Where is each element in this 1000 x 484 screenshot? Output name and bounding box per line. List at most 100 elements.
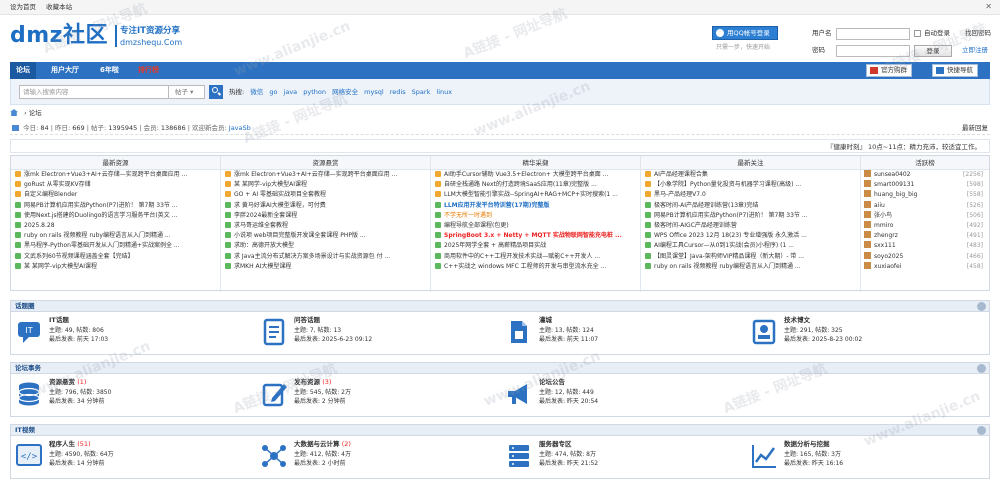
site-logo[interactable]: dmz社区 [10, 22, 108, 51]
hot-search-item[interactable]: go [269, 88, 277, 96]
rank-item[interactable]: xuxiaofei [458] [861, 261, 989, 272]
hot-search-item[interactable]: 网络安全 [332, 88, 358, 96]
thread-item[interactable]: 2025.8.28 [11, 221, 220, 231]
rank-item[interactable]: huang_big_big [558] [861, 190, 989, 200]
forum-item[interactable]: 问答话题 主题: 7, 帖数: 13 最后发表: 2025-6-23 09:12 [256, 313, 501, 351]
thread-item[interactable]: 【小象学院】Python量化投资与机器学习课程(高级) ... [641, 180, 860, 190]
thread-item[interactable]: 2025年网学全套 + 高薪精品项目实战 [431, 241, 640, 251]
close-icon[interactable]: ✕ [985, 2, 992, 12]
thread-item[interactable]: 极客时间-AIGC产品经理训练营 [641, 221, 860, 231]
stat-today: 84 [40, 124, 49, 132]
auto-login-checkbox[interactable] [914, 30, 921, 37]
hot-search-item[interactable]: mysql [364, 88, 384, 96]
find-password-link[interactable]: 找回密码 [965, 29, 991, 37]
thread-item[interactable]: 涨mk Electron+Vue3+AI+云存储—实现跨平台桌面应用 ... [221, 170, 430, 180]
forum-item[interactable]: 灌城 主题: 13, 帖数: 124 最后发表: 前天 11:07 [501, 313, 746, 351]
username-input[interactable] [836, 28, 910, 40]
thread-item[interactable]: 求 Java主流分布式解决方案多场景设计与实战资源包 付 ... [221, 252, 430, 262]
rank-item[interactable]: smart009131 [598] [861, 180, 989, 190]
collapse-icon[interactable] [977, 426, 986, 435]
qq-login-button[interactable]: 用QQ帐号登录 [712, 26, 778, 40]
forum-item[interactable]: 资源悬赏 (1) 主题: 796, 帖数: 3850 最后发表: 34 分钟前 [11, 375, 256, 413]
search-type-select[interactable]: 帖子 ▾ [169, 85, 205, 99]
hot-search-item[interactable]: python [303, 88, 326, 96]
thread-item[interactable]: 黑马-产品经理V7.0 [641, 190, 860, 200]
forum-item[interactable]: 服务器专区 主题: 474, 帖数: 8万 最后发表: 昨天 21:52 [501, 437, 746, 475]
rank-item[interactable]: zhengrz [491] [861, 231, 989, 241]
official-group-button[interactable]: 官方购群 [866, 64, 912, 77]
thread-item[interactable]: ruby on rails 视频教程 ruby编程语言从入门到精通 ... [641, 262, 860, 272]
forum-item[interactable]: </> 程序人生 (51) 主题: 4590, 帖数: 64万 最后发表: 14… [11, 437, 256, 475]
hot-search-item[interactable]: redis [390, 88, 406, 96]
nav-anniversary[interactable]: 6年啦 [94, 62, 125, 79]
thread-item[interactable]: C++实战之 windows MFC 工程师的开发与串型流水充全 ... [431, 262, 640, 272]
hot-search-item[interactable]: linux [436, 88, 452, 96]
register-link[interactable]: 立即注册 [962, 46, 988, 54]
thread-item[interactable]: 自定义编程Blender [11, 190, 220, 200]
rank-item[interactable]: sunsea0402 [2256] [861, 170, 989, 180]
thread-item[interactable]: WPS Office 2023 12月 18(23) 专业增强版 永久激活 ..… [641, 231, 860, 241]
rank-item[interactable]: 张小鸟 [506] [861, 210, 989, 221]
search-input[interactable]: 请输入搜索内容 [19, 85, 169, 99]
thread-item[interactable]: 【图灵课堂】Java-架构师VIP精品课程（新大期）- 带 ... [641, 252, 860, 262]
thread-item[interactable]: SpringBoot 3.x + Netty + MQTT 实战物联网智能充电桩… [431, 231, 640, 241]
forum-item[interactable]: 技术博文 主题: 291, 帖数: 325 最后发表: 2025-8-23 00… [746, 313, 989, 351]
newest-member-link[interactable]: JavaSb [229, 124, 251, 132]
home-icon[interactable] [10, 109, 18, 116]
breadcrumb-current[interactable]: 论坛 [29, 109, 42, 117]
set-homepage-link[interactable]: 设为首页 [10, 3, 36, 11]
rank-item[interactable]: soyo2025 [466] [861, 251, 989, 262]
thread-item[interactable]: 某 某网学-vip大模型AI课程 [11, 262, 220, 272]
rank-item[interactable]: sxx111 [483] [861, 241, 989, 251]
forum-item[interactable]: 数据分析与挖掘 主题: 165, 帖数: 3万 最后发表: 昨天 16:16 [746, 437, 989, 475]
thread-item[interactable]: 自研全栈通路 Next的打造跨境SaaS应用(11章)完整版 ... [431, 180, 640, 190]
thread-item[interactable]: 李胖2024最新全套课程 [221, 211, 430, 221]
rank-item[interactable]: mmiro [492] [861, 220, 989, 231]
thread-item[interactable]: 不学无所一时遇到 [431, 211, 640, 221]
thread-item[interactable]: 网易PB计算机应用实战Python(P7)进阶！ 第7期 33节 ... [641, 211, 860, 221]
nav-user-hall[interactable]: 用户大厅 [45, 62, 85, 79]
hot-search-item[interactable]: java [284, 88, 298, 96]
collapse-icon[interactable] [977, 302, 986, 311]
thread-item[interactable]: 极客时间-AI产品经理训练营(13章)完结 [641, 201, 860, 211]
thread-item[interactable]: 小说项 web项目完整版开发课全套课程 PHP版 ... [221, 231, 430, 241]
thread-item[interactable]: LLM应用开发平台特训营(17期)完整版 [431, 201, 640, 211]
thread-item[interactable]: 某 某网学-vip大模型AI课程 [221, 180, 430, 190]
thread-item[interactable]: 求 黄马好课AI大模型课程，可付费 [221, 201, 430, 211]
forum-stats: 今日: 84 | 昨日: 669 | 帖子: 1395945 | 会员: 138… [10, 121, 990, 135]
thread-item[interactable]: 网易PB计算机应用实战Python(P7)进阶！ 第7期 33节 ... [11, 201, 220, 211]
thread-item[interactable]: 求马哥运维全套教程 [221, 221, 430, 231]
thread-item[interactable]: ruby on rails 视频教程 ruby编程语言从入门到精通 ... [11, 231, 220, 241]
forum-item[interactable]: 大数据与云计算 (2) 主题: 412, 帖数: 4万 最后发表: 2 小时前 [256, 437, 501, 475]
thread-item[interactable]: AI编程工具Cursor—从0到1实战(会员)小程序) (1 ... [641, 241, 860, 251]
thread-item[interactable]: 涨mk Electron+Vue3+AI+云存储—实现跨平台桌面应用 ... [11, 170, 220, 180]
nav-ranking[interactable]: 排行榜 [132, 62, 165, 79]
login-button[interactable]: 登录 [914, 45, 952, 57]
search-button[interactable] [209, 85, 223, 99]
collapse-icon[interactable] [977, 364, 986, 373]
forum-item[interactable]: 论坛公告 主题: 12, 帖数: 449 最后发表: 昨天 20:54 [501, 375, 746, 413]
thread-item[interactable]: AI助手Cursor辅助 Vue3.5+Electron+ 大模型跨平台桌面 .… [431, 170, 640, 180]
forum-item[interactable]: IT IT话题 主题: 49, 帖数: 806 最后发表: 前天 17:03 [11, 313, 256, 351]
thread-item[interactable]: 使用Next.js搭建的Duolingo的语言学习服务平台(英文 ... [11, 211, 220, 221]
thread-item[interactable]: 求助：高德开放大模型 [221, 241, 430, 251]
rank-item[interactable]: aiiu [526] [861, 200, 989, 211]
forum-item[interactable]: 发布资源 (3) 主题: 545, 帖数: 2万 最后发表: 2 分钟前 [256, 375, 501, 413]
thread-item[interactable]: AI产品经理课程合集 [641, 170, 860, 180]
thread-item[interactable]: LLM大模型智能引擎实战--SpringAI+RAG+MCP+实时搜索(1 ..… [431, 190, 640, 200]
thread-item[interactable]: 黑马程序-Python零基础开发从入门到精通+实战案例全 ... [11, 241, 220, 251]
thread-item[interactable]: goRust 从零实现KV存储 [11, 180, 220, 190]
add-favorite-link[interactable]: 收藏本站 [46, 3, 72, 11]
latest-follow-column: 最新关注 AI产品经理课程合集 【小象学院】Python量化投资与机器学习课程(… [641, 156, 861, 292]
thread-item[interactable]: 商用软件中的C++工程开发技术实战—赋能C++开发人 ... [431, 252, 640, 262]
hot-search-item[interactable]: Spark [412, 88, 431, 96]
hot-search-item[interactable]: 微信 [250, 88, 263, 96]
password-input[interactable] [836, 45, 910, 57]
quick-nav-button[interactable]: 快捷导航 [932, 64, 978, 77]
nav-forum[interactable]: 论坛 [10, 62, 36, 79]
thread-item[interactable]: 文武系列60节视频课程涵盖全套【完结】 [11, 252, 220, 262]
latest-replies-link[interactable]: 最新回复 [962, 124, 988, 132]
thread-item[interactable]: 求MKH AI大模型课程 [221, 262, 430, 272]
thread-item[interactable]: 编程导航全部课程(包更) [431, 221, 640, 231]
thread-item[interactable]: GO + AI 零基础实战项目全套教程 [221, 190, 430, 200]
